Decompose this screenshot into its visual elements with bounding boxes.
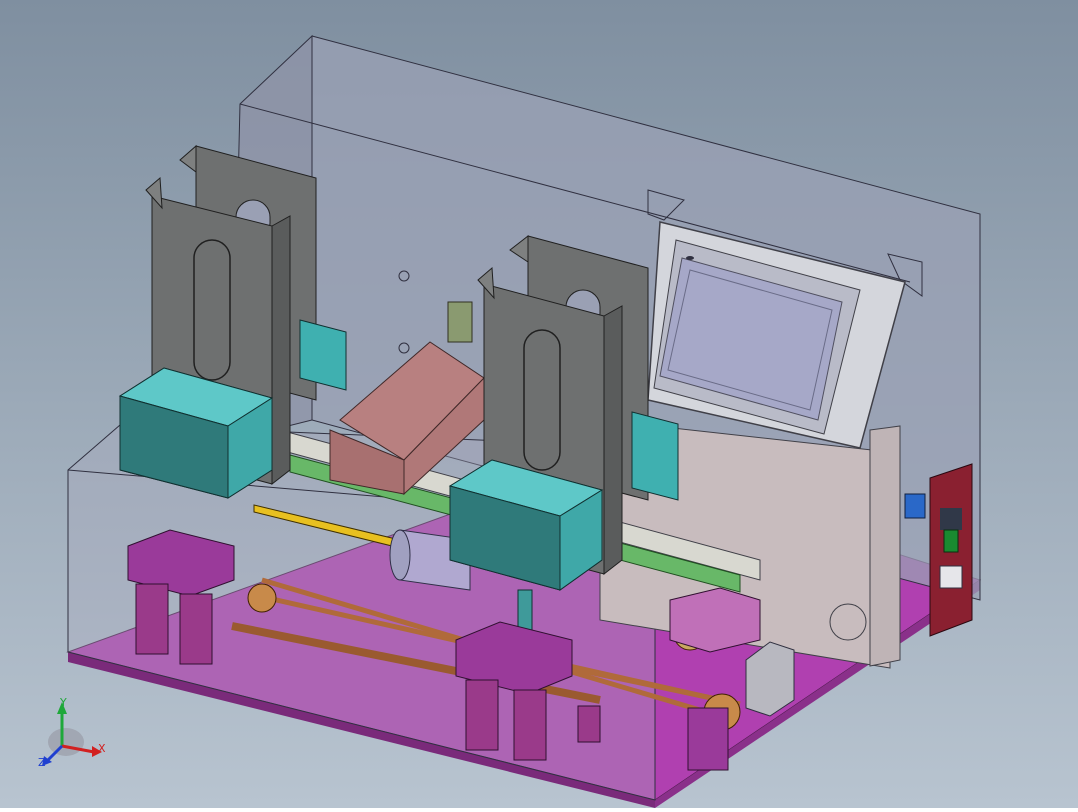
- pulley: [247, 583, 277, 613]
- roller-bracket: [447, 301, 473, 343]
- screen-indicator: [686, 256, 694, 260]
- fuse-holder: [940, 508, 962, 530]
- teal-block-left-rear: [299, 319, 347, 391]
- power-socket: [939, 565, 963, 589]
- cad-viewport[interactable]: Y X Z: [0, 0, 1078, 808]
- cad-model-canvas[interactable]: Y X Z: [0, 0, 1078, 808]
- connector-block: [904, 493, 926, 519]
- teal-block-middle-rear: [631, 411, 679, 501]
- triad-y-label: Y: [59, 696, 67, 709]
- cable-port: [829, 603, 867, 641]
- power-switch[interactable]: [943, 529, 959, 553]
- triad-z-label: Z: [38, 756, 46, 769]
- triad-x-label: X: [98, 742, 106, 755]
